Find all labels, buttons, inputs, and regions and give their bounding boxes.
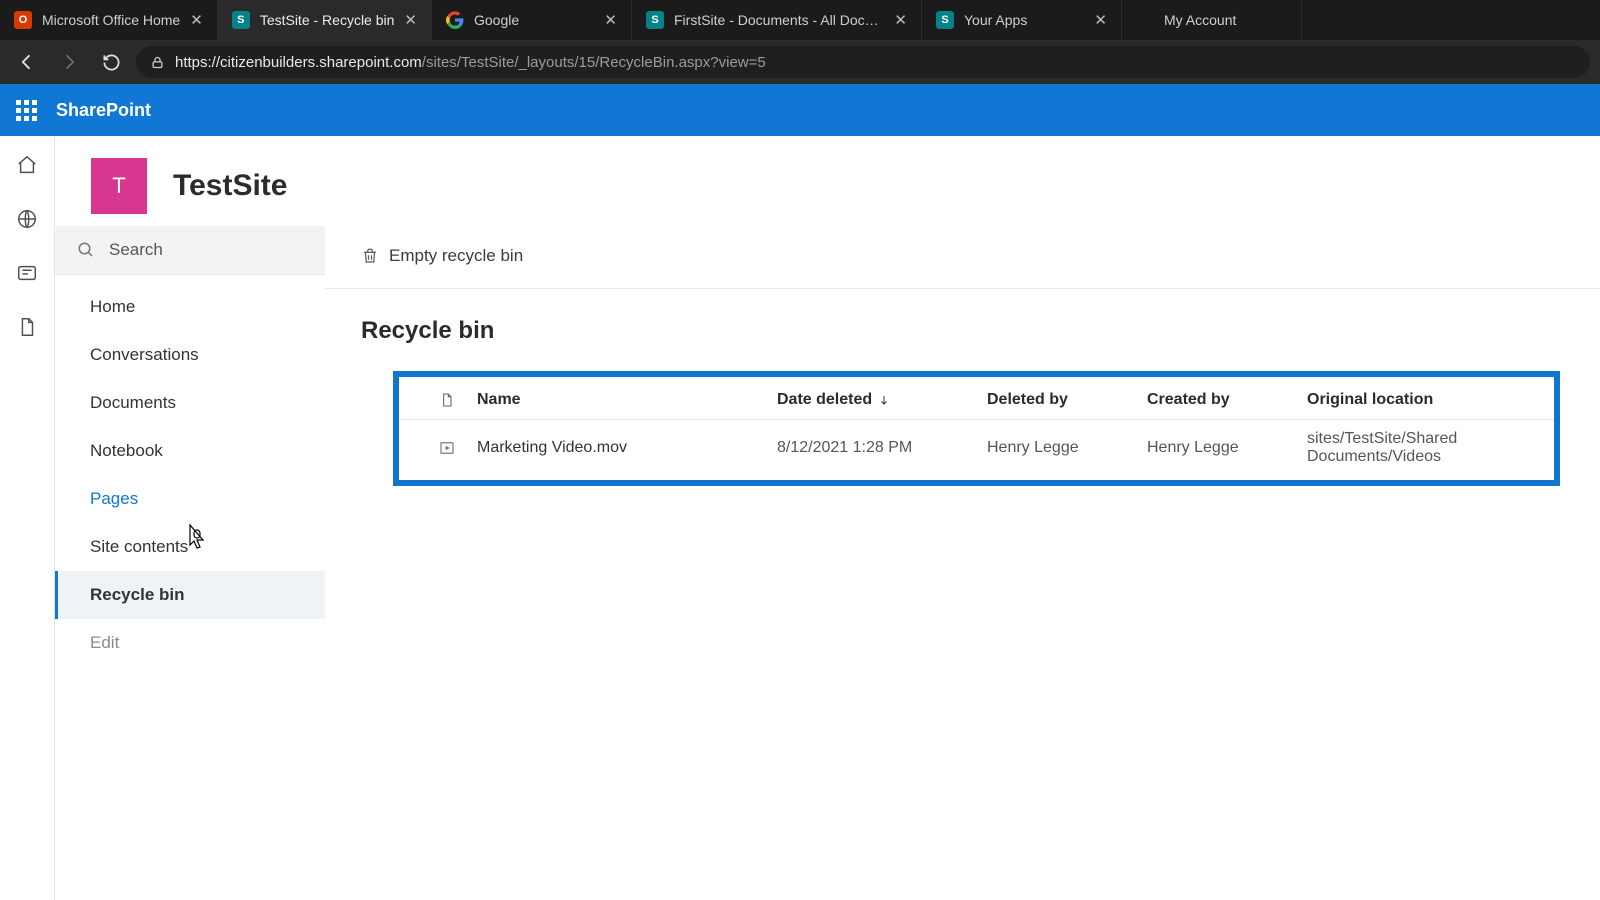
cell-date-deleted: 8/12/2021 1:28 PM — [777, 439, 987, 457]
tab-firstsite-docs[interactable]: S FirstSite - Documents - All Docu… ✕ — [632, 0, 922, 40]
nav-edit[interactable]: Edit — [55, 619, 325, 667]
empty-label: Empty recycle bin — [389, 246, 523, 266]
cell-name: Marketing Video.mov — [477, 439, 777, 457]
cell-deleted-by: Henry Legge — [987, 439, 1147, 457]
search-placeholder: Search — [109, 240, 163, 260]
nav-pages[interactable]: Pages — [55, 475, 325, 523]
table-row[interactable]: Marketing Video.mov 8/12/2021 1:28 PM He… — [399, 420, 1554, 476]
nav-site-contents[interactable]: Site contents — [55, 523, 325, 571]
trash-icon — [361, 247, 379, 265]
col-original-location[interactable]: Original location — [1307, 391, 1536, 409]
close-icon[interactable]: ✕ — [894, 11, 907, 29]
browser-tab-bar: O Microsoft Office Home ✕ S TestSite - R… — [0, 0, 1600, 40]
recycle-bin-grid: Name Date deleted Deleted b — [399, 381, 1554, 476]
address-bar-row: https://citizenbuilders.sharepoint.com/s… — [0, 40, 1600, 84]
tab-title: TestSite - Recycle bin — [260, 12, 395, 28]
col-date-deleted[interactable]: Date deleted — [777, 391, 987, 409]
cell-original-location: sites/TestSite/Shared Documents/Videos — [1307, 430, 1536, 466]
close-icon[interactable]: ✕ — [604, 11, 617, 29]
microsoft-icon — [1136, 11, 1154, 29]
app-rail — [0, 136, 55, 900]
nav-recycle-bin[interactable]: Recycle bin — [55, 571, 325, 619]
nav-notebook[interactable]: Notebook — [55, 427, 325, 475]
back-button[interactable] — [10, 45, 44, 79]
tab-title: My Account — [1164, 12, 1287, 28]
search-icon — [77, 241, 95, 259]
left-nav: Search Home Conversations Documents Note… — [55, 226, 325, 900]
sharepoint-icon: S — [232, 11, 250, 29]
search-box[interactable]: Search — [55, 226, 325, 275]
tab-google[interactable]: Google ✕ — [432, 0, 632, 40]
app-launcher-icon[interactable] — [6, 90, 46, 130]
close-icon[interactable]: ✕ — [1094, 11, 1107, 29]
close-icon[interactable]: ✕ — [404, 11, 417, 29]
tab-my-account[interactable]: My Account — [1122, 0, 1302, 40]
tab-office-home[interactable]: O Microsoft Office Home ✕ — [0, 0, 218, 40]
col-name[interactable]: Name — [477, 391, 777, 409]
product-name[interactable]: SharePoint — [56, 100, 151, 121]
tab-your-apps[interactable]: S Your Apps ✕ — [922, 0, 1122, 40]
grid-header: Name Date deleted Deleted b — [399, 381, 1554, 420]
url-text: https://citizenbuilders.sharepoint.com/s… — [175, 54, 766, 71]
news-icon[interactable] — [16, 262, 38, 284]
address-bar[interactable]: https://citizenbuilders.sharepoint.com/s… — [136, 46, 1590, 78]
tab-title: Your Apps — [964, 12, 1084, 28]
file-icon[interactable] — [16, 316, 38, 338]
site-name[interactable]: TestSite — [173, 169, 287, 203]
col-created-by[interactable]: Created by — [1147, 391, 1307, 409]
home-icon[interactable] — [16, 154, 38, 176]
tab-title: FirstSite - Documents - All Docu… — [674, 12, 884, 28]
lock-icon — [150, 55, 165, 70]
tab-testsite-recyclebin[interactable]: S TestSite - Recycle bin ✕ — [218, 0, 432, 40]
sort-desc-icon — [878, 394, 890, 406]
nav-home[interactable]: Home — [55, 283, 325, 331]
globe-icon[interactable] — [16, 208, 38, 230]
office-icon: O — [14, 11, 32, 29]
google-icon — [446, 11, 464, 29]
video-file-icon — [417, 439, 477, 457]
nav-conversations[interactable]: Conversations — [55, 331, 325, 379]
sharepoint-icon: S — [936, 11, 954, 29]
empty-recycle-bin-button[interactable]: Empty recycle bin — [361, 246, 523, 266]
sharepoint-icon: S — [646, 11, 664, 29]
cell-created-by: Henry Legge — [1147, 439, 1307, 457]
tab-title: Google — [474, 12, 594, 28]
close-icon[interactable]: ✕ — [190, 11, 203, 29]
site-avatar: T — [91, 158, 147, 214]
reload-button[interactable] — [94, 45, 128, 79]
page-title: Recycle bin — [325, 289, 1600, 353]
annotation-box: Name Date deleted Deleted b — [393, 371, 1560, 486]
command-bar: Empty recycle bin — [325, 230, 1600, 282]
tab-title: Microsoft Office Home — [42, 12, 180, 28]
nav-documents[interactable]: Documents — [55, 379, 325, 427]
col-icon[interactable] — [417, 392, 477, 408]
forward-button[interactable] — [52, 45, 86, 79]
site-header: T TestSite — [55, 136, 1600, 226]
col-deleted-by[interactable]: Deleted by — [987, 391, 1147, 409]
suite-header: SharePoint — [0, 84, 1600, 136]
